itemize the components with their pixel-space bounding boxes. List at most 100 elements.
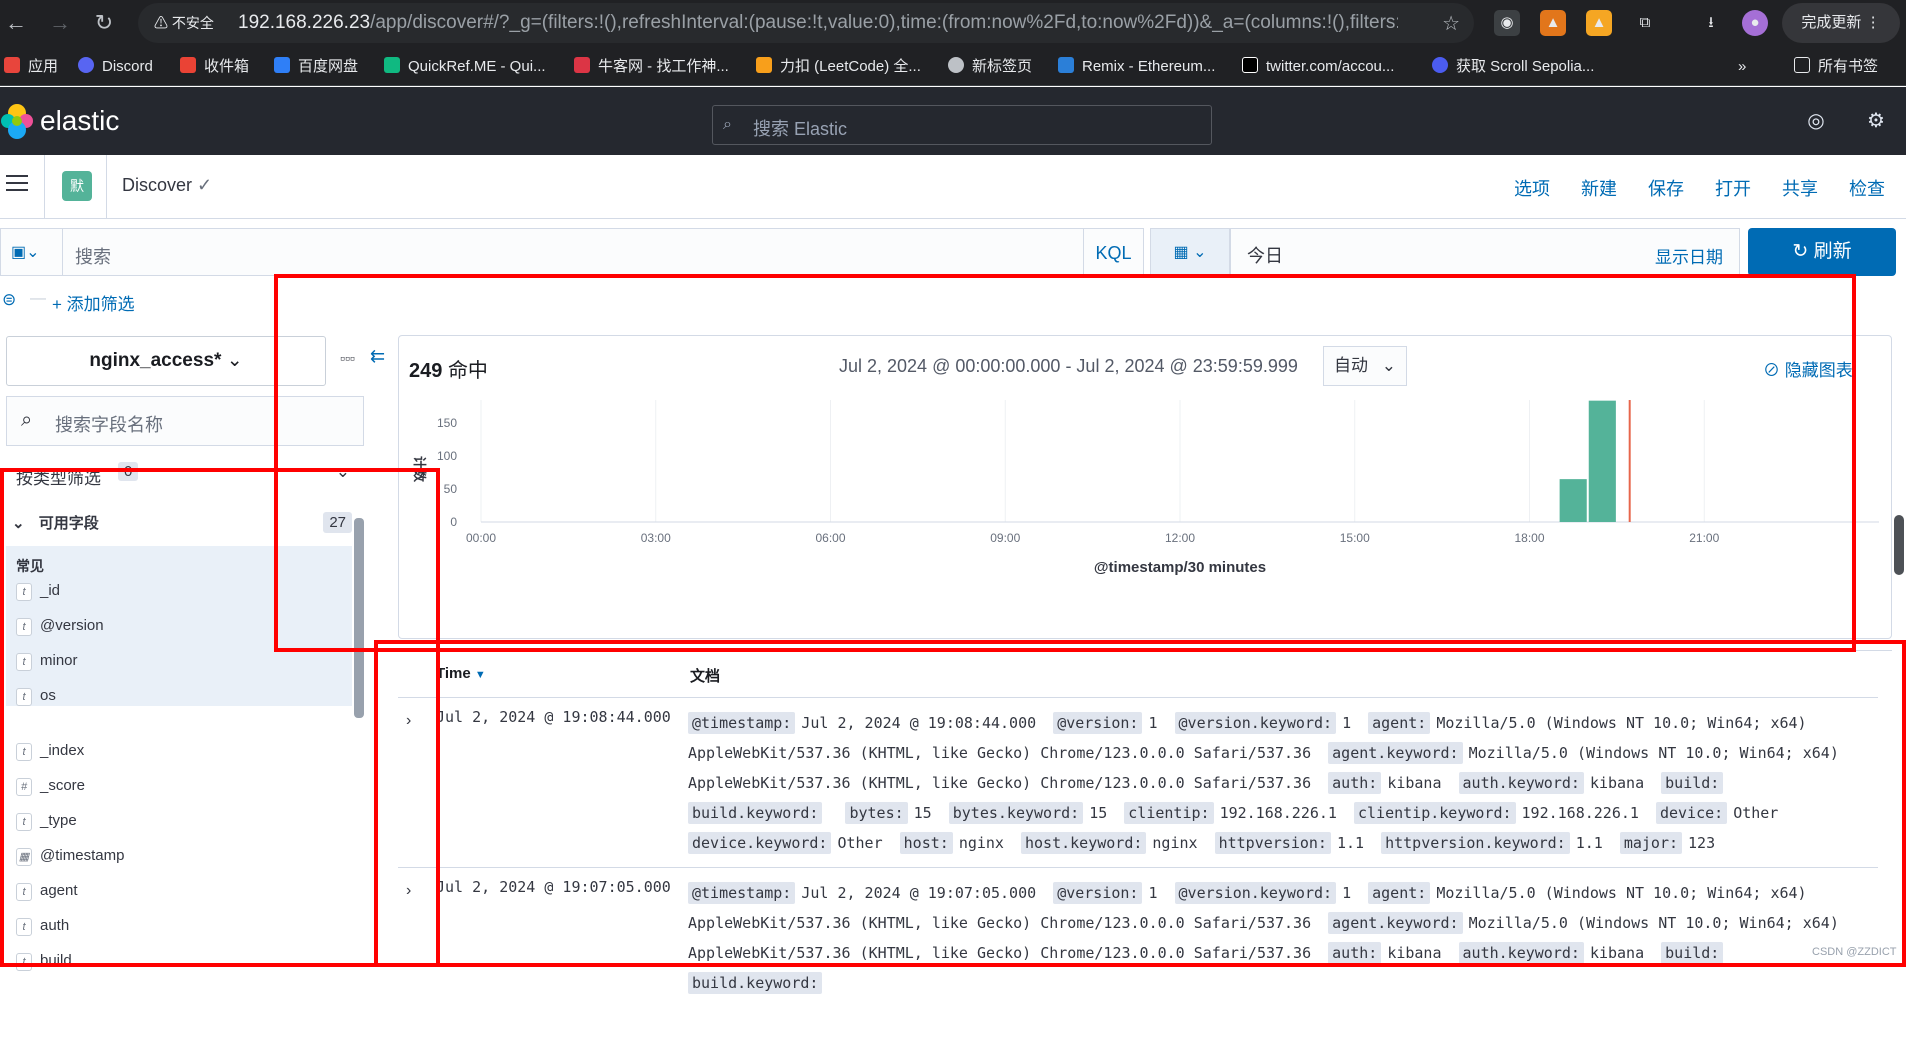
field-search-input[interactable]: ⌕ 搜索字段名称 [6,396,364,446]
table-row[interactable]: › Jul 2, 2024 @ 19:07:05.000 @timestamp: Ju… [398,867,1878,1037]
field-item[interactable]: t @version [16,617,104,641]
table-row[interactable]: › Jul 2, 2024 @ 19:08:44.000 @timestamp: Ju… [398,697,1878,867]
query-input[interactable]: 搜索 [62,228,1084,276]
search-icon: ⌕ [723,116,732,133]
index-pattern-select[interactable]: nginx_access* ⌄ [6,336,326,386]
date-range-picker[interactable]: 今日 显示日期 [1230,228,1740,276]
back-icon[interactable]: ← [2,9,30,37]
field-item[interactable]: t _index [16,742,84,766]
doc-field-key: auth.keyword: [1458,772,1584,794]
doc-field-value: nginx [958,834,1004,852]
open-link[interactable]: 打开 [1715,175,1751,201]
documents-table: Time ▼ 文档 › Jul 2, 2024 @ 19:08:44.000 @ti… [398,650,1892,994]
expand-row-icon[interactable]: › [406,712,411,730]
interval-select[interactable]: 自动 ⌄ [1323,346,1407,386]
saved-query-button[interactable]: ▣⌄ [0,228,62,276]
security-warning[interactable]: ⚠ 不安全 [154,13,214,33]
type-filter-count: 0 [118,462,139,481]
save-link[interactable]: 保存 [1648,175,1684,201]
bookmark-gmail[interactable]: 收件箱 [180,56,249,78]
column-header-time[interactable]: Time ▼ [436,665,486,682]
bookmark-discord[interactable]: Discord [78,56,153,78]
bookmark-twitter[interactable]: twitter.com/accou... [1242,56,1394,78]
field-item[interactable]: # _score [16,777,85,801]
kibana-header: elastic ⌕ 搜索 Elastic ◎ ⚙ [0,87,1906,155]
bookmark-apps[interactable]: 应用 [4,56,58,78]
field-item[interactable]: t _id [16,582,60,606]
show-dates-link[interactable]: 显示日期 [1655,243,1723,268]
more-bookmarks-icon[interactable]: » [1738,56,1746,78]
chevron-down-icon: ⌄ [335,462,350,481]
date-quick-select[interactable]: ▦ ⌄ [1150,228,1230,276]
expand-row-icon[interactable]: › [406,882,411,900]
forward-icon[interactable]: → [46,9,74,37]
x-tick-label: 09:00 [990,531,1020,545]
add-filter-button[interactable]: + 添加筛选 [52,290,135,315]
kql-toggle[interactable]: KQL [1084,228,1144,276]
metamask-icon[interactable]: ▲ [1540,10,1566,36]
address-bar[interactable]: ⚠ 不安全 192.168.226.23/app/discover#/?_g=(… [138,3,1474,43]
hits-count: 249 命中 [409,360,488,382]
filter-icon[interactable]: ⊜ [2,290,16,310]
refresh-button[interactable]: ↻ 刷新 [1748,228,1896,276]
all-bookmarks[interactable]: 所有书签 [1794,56,1878,78]
menu-icon[interactable] [6,175,28,193]
histogram-panel: 249 命中 Jul 2, 2024 @ 00:00:00.000 - Jul … [398,335,1892,639]
more-icon[interactable]: ▫▫▫ [340,350,355,366]
bar [1559,479,1587,522]
sort-desc-icon[interactable]: ▼ [475,669,486,681]
column-header-document: 文档 [690,668,721,685]
field-type-icon: t [16,953,32,971]
doc-field-key: device: [1655,802,1728,824]
star-icon[interactable]: ☆ [1442,11,1460,36]
doc-field-key: agent.keyword: [1328,912,1463,934]
divider [106,155,107,219]
doc-field-value: 192.168.226.1 [1521,804,1639,822]
collapse-icon[interactable]: ⇇ [370,346,385,367]
filter-by-type-button[interactable]: 按类型筛选 0 ⌄ [6,458,364,492]
eye-closed-icon: ⊘ [1763,361,1780,380]
field-item[interactable]: t auth [16,917,69,941]
bookmark-baidu[interactable]: 百度网盘 [274,56,358,78]
hide-chart-button[interactable]: ⊘ 隐藏图表 [1763,356,1853,381]
extension-icon[interactable]: ▲ [1586,10,1612,36]
new-link[interactable]: 新建 [1581,175,1617,201]
field-item[interactable]: ▦ @timestamp [16,847,124,871]
elastic-logo-icon[interactable] [0,103,34,139]
share-link[interactable]: 共享 [1782,175,1818,201]
inspect-link[interactable]: 检查 [1849,175,1885,201]
field-item[interactable]: t build [16,952,72,976]
field-item[interactable]: t os [16,687,56,711]
field-name: agent [40,882,78,899]
download-icon[interactable]: ⭳ [1698,10,1724,36]
bookmark-nowcoder[interactable]: 牛客网 - 找工作神... [574,56,729,78]
url-text[interactable]: 192.168.226.23/app/discover#/?_g=(filter… [238,12,1398,34]
doc-field-key: clientip.keyword: [1354,802,1516,824]
help-icon[interactable]: ◎ [1802,107,1830,135]
histogram-chart[interactable]: 00:00 03:00 06:00 09:00 12:00 15:00 18:00 21:00… [399,386,1889,636]
reload-icon[interactable]: ↻ [90,9,118,37]
field-item[interactable]: t _type [16,812,77,836]
field-item[interactable]: t minor [16,652,78,676]
update-button[interactable]: 完成更新 ⋮ [1782,3,1900,43]
available-fields-header[interactable]: ⌄ 可用字段 27 [12,512,352,538]
bookmark-quickref[interactable]: QuickRef.ME - Qui... [384,56,546,78]
avatar[interactable]: ● [1742,10,1768,36]
search-icon: ⌕ [21,409,33,431]
sidebar-scrollbar[interactable] [354,518,364,718]
breadcrumb[interactable]: Discover ✓ [122,175,212,196]
bookmark-newtab[interactable]: 新标签页 [948,56,1032,78]
options-link[interactable]: 选项 [1514,175,1550,201]
field-sidebar: nginx_access* ⌄ ▫▫▫ ⇇ ⌕ 搜索字段名称 按类型筛选 0 ⌄… [0,330,395,971]
bookmark-leetcode[interactable]: 力扣 (LeetCode) 全... [756,56,921,78]
puzzle-icon[interactable]: ⧉ [1632,10,1658,36]
field-item[interactable]: t agent [16,882,78,906]
bookmark-remix[interactable]: Remix - Ethereum... [1058,56,1215,78]
extension-icon[interactable]: ◉ [1494,10,1520,36]
global-search-input[interactable]: ⌕ 搜索 Elastic [712,105,1212,145]
doc-field-key: @version.keyword: [1174,882,1337,904]
page-scrollbar[interactable] [1894,515,1904,575]
bookmark-scroll[interactable]: 获取 Scroll Sepolia... [1432,56,1594,78]
space-badge[interactable]: 默 [62,171,92,201]
user-icon[interactable]: ⚙ [1862,107,1890,135]
